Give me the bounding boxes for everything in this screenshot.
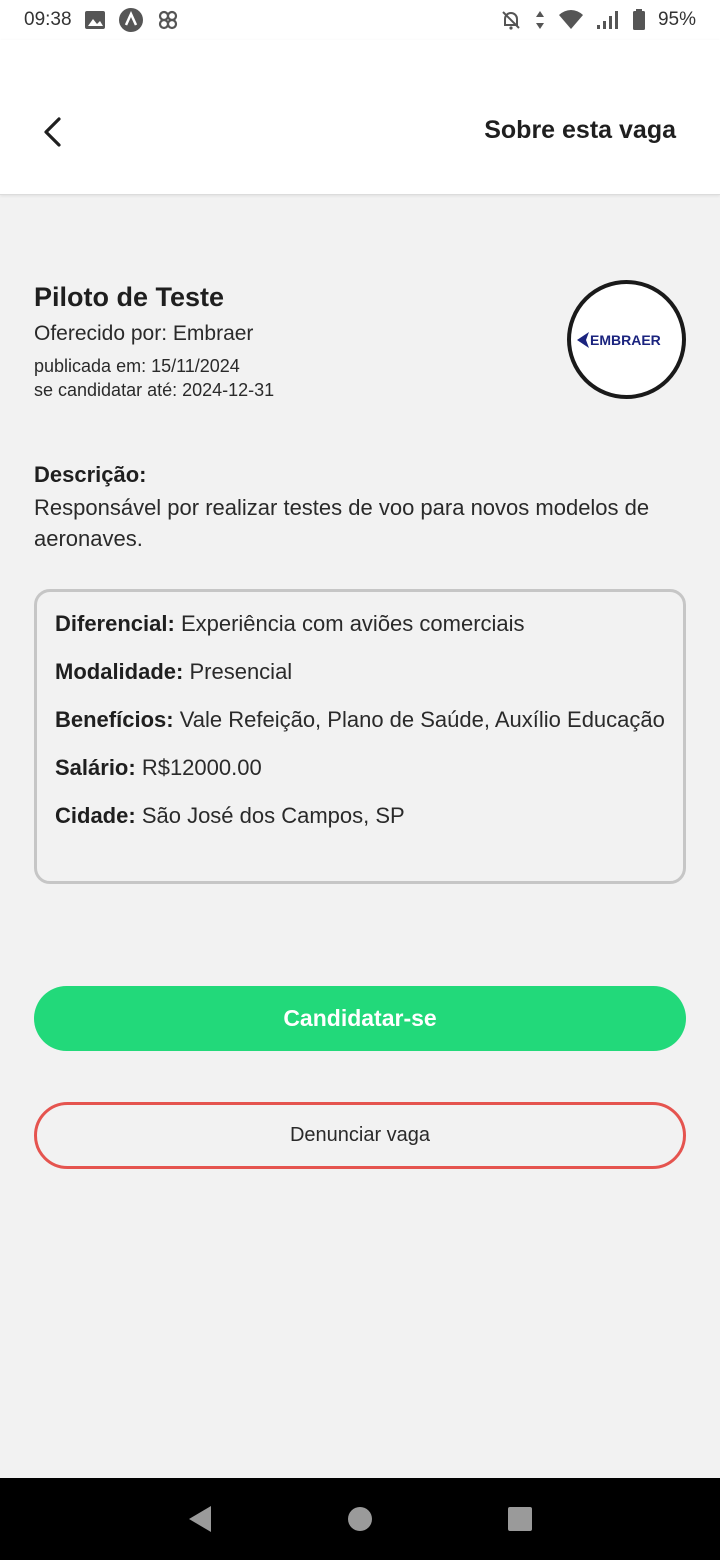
home-circle-icon [348, 1507, 372, 1531]
embraer-logo-icon: EMBRAER [576, 331, 661, 348]
detail-value: Presencial [189, 659, 293, 684]
job-company: Oferecido por: Embraer [34, 322, 254, 345]
detail-value: Vale Refeição, Plano de Saúde, Auxílio E… [179, 707, 665, 732]
detail-value: R$12000.00 [141, 755, 262, 780]
detail-row-diferencial: Diferencial: Experiência com aviões come… [55, 608, 665, 639]
detail-label: Cidade: [55, 803, 136, 828]
status-left: 09:38 [24, 7, 180, 33]
page-title: Sobre esta vaga [484, 116, 676, 144]
detail-label: Diferencial: [55, 611, 175, 636]
detail-label: Salário: [55, 755, 136, 780]
detail-row-salario: Salário: R$12000.00 [55, 752, 665, 783]
battery-level: 95% [657, 9, 696, 30]
recents-square-icon [508, 1507, 532, 1531]
image-icon [84, 10, 106, 30]
status-time: 09:38 [24, 9, 72, 30]
apply-button[interactable]: Candidatar-se [34, 986, 686, 1051]
status-bar: 09:38 95% [0, 0, 720, 40]
nav-home-button[interactable] [340, 1499, 380, 1539]
report-job-button[interactable]: Denunciar vaga [34, 1102, 686, 1169]
signal-icon [596, 10, 620, 30]
bell-off-icon [500, 9, 522, 31]
chevron-left-icon [44, 117, 61, 147]
back-button[interactable] [30, 110, 74, 154]
job-header: Piloto de Teste Oferecido por: Embraer p… [34, 282, 534, 402]
job-details-card: Diferencial: Experiência com aviões come… [34, 589, 686, 884]
job-published-date: publicada em: 15/11/2024 [34, 356, 240, 376]
status-right: 95% [500, 9, 696, 31]
data-arrows-icon [534, 10, 546, 30]
description-text: Responsável por realizar testes de voo p… [34, 495, 650, 551]
description-section: Descrição: Responsável por realizar test… [34, 462, 674, 554]
app-header: Sobre esta vaga [0, 40, 720, 195]
detail-value: São José dos Campos, SP [141, 803, 405, 828]
job-title: Piloto de Teste [34, 282, 225, 312]
job-deadline: se candidatar até: 2024-12-31 [34, 380, 275, 400]
logo-text: EMBRAER [590, 332, 661, 348]
detail-row-modalidade: Modalidade: Presencial [55, 656, 665, 687]
description-label: Descrição: [34, 462, 147, 487]
detail-label: Benefícios: [55, 707, 174, 732]
detail-row-beneficios: Benefícios: Vale Refeição, Plano de Saúd… [55, 704, 665, 735]
detail-value: Experiência com aviões comerciais [180, 611, 525, 636]
company-logo: EMBRAER [567, 280, 686, 399]
system-nav-bar [0, 1478, 720, 1560]
detail-row-cidade: Cidade: São José dos Campos, SP [55, 800, 665, 831]
nav-recents-button[interactable] [500, 1499, 540, 1539]
pinwheel-icon [156, 8, 180, 32]
app-a-icon [118, 7, 144, 33]
nav-back-button[interactable] [180, 1499, 220, 1539]
back-triangle-icon [189, 1506, 211, 1532]
wifi-icon [558, 10, 584, 30]
detail-label: Modalidade: [55, 659, 184, 684]
battery-icon [632, 9, 646, 31]
